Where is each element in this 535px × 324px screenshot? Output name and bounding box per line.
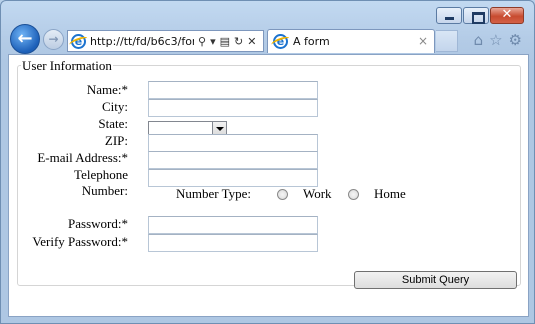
email-label: E-mail Address:* bbox=[37, 150, 128, 165]
forward-button[interactable]: → bbox=[43, 29, 64, 50]
city-input[interactable] bbox=[148, 99, 318, 117]
browser-window: ✕ ← → e http://tt/fd/b6c3/form.html ⚲ ▾ … bbox=[0, 0, 535, 324]
minimize-button[interactable] bbox=[436, 7, 462, 24]
radio-home-label: Home bbox=[374, 186, 406, 201]
refresh-icon[interactable]: ↻ bbox=[234, 35, 243, 48]
maximize-button[interactable] bbox=[463, 7, 489, 24]
name-label: Name:* bbox=[86, 82, 128, 97]
number-type-label: Number Type: bbox=[176, 186, 252, 201]
home-icon[interactable]: ⌂ bbox=[474, 31, 484, 49]
address-bar-icons: ⚲ ▾ ▤ ↻ ✕ bbox=[198, 35, 260, 48]
chevron-down-icon[interactable]: ▾ bbox=[210, 35, 216, 48]
radio-work[interactable] bbox=[277, 189, 288, 200]
tab-a-form[interactable]: e A form × bbox=[267, 29, 435, 53]
back-arrow-icon: ← bbox=[17, 28, 33, 49]
telephone-label: Telephone bbox=[74, 167, 128, 182]
close-icon: ✕ bbox=[501, 7, 513, 22]
forward-arrow-icon: → bbox=[48, 32, 59, 46]
tab-close-icon[interactable]: × bbox=[418, 34, 428, 48]
telephone-label-number: Number: bbox=[81, 183, 128, 198]
telephone-input[interactable] bbox=[148, 169, 318, 187]
new-tab-button[interactable] bbox=[436, 30, 458, 52]
email-input[interactable] bbox=[148, 151, 318, 169]
ie-page-icon: e bbox=[71, 33, 86, 49]
back-button[interactable]: ← bbox=[10, 24, 40, 54]
address-bar[interactable]: e http://tt/fd/b6c3/form.html ⚲ ▾ ▤ ↻ ✕ bbox=[67, 30, 264, 52]
verify-password-label: Verify Password:* bbox=[32, 234, 128, 249]
gear-icon[interactable]: ⚙ bbox=[509, 31, 522, 49]
star-icon[interactable]: ☆ bbox=[489, 31, 502, 49]
password-input[interactable] bbox=[148, 216, 318, 234]
radio-home[interactable] bbox=[348, 189, 359, 200]
caption-buttons: ✕ bbox=[435, 7, 524, 24]
city-label: City: bbox=[101, 99, 128, 114]
address-text[interactable]: http://tt/fd/b6c3/form.html bbox=[90, 35, 194, 48]
zip-label: ZIP: bbox=[104, 133, 128, 148]
fieldset-legend: User Information bbox=[22, 58, 112, 73]
close-window-button[interactable]: ✕ bbox=[490, 7, 524, 24]
submit-query-button[interactable]: Submit Query bbox=[354, 271, 517, 289]
verify-password-input[interactable] bbox=[148, 234, 318, 252]
stop-icon[interactable]: ✕ bbox=[247, 35, 256, 48]
radio-work-label: Work bbox=[303, 186, 332, 201]
password-label: Password:* bbox=[68, 216, 128, 231]
user-information-fieldset: User Information Name:* City: State: ZIP… bbox=[17, 59, 521, 286]
search-icon[interactable]: ⚲ bbox=[198, 35, 206, 48]
tab-title: A form bbox=[293, 35, 330, 48]
name-input[interactable] bbox=[148, 81, 318, 99]
zip-input[interactable] bbox=[148, 134, 318, 152]
page-content: User Information Name:* City: State: ZIP… bbox=[8, 54, 529, 317]
compatibility-view-icon[interactable]: ▤ bbox=[220, 35, 230, 48]
toolbar-icons: ⌂ ☆ ⚙ bbox=[468, 31, 522, 49]
ie-tab-icon: e bbox=[273, 34, 288, 49]
state-label: State: bbox=[98, 116, 128, 131]
